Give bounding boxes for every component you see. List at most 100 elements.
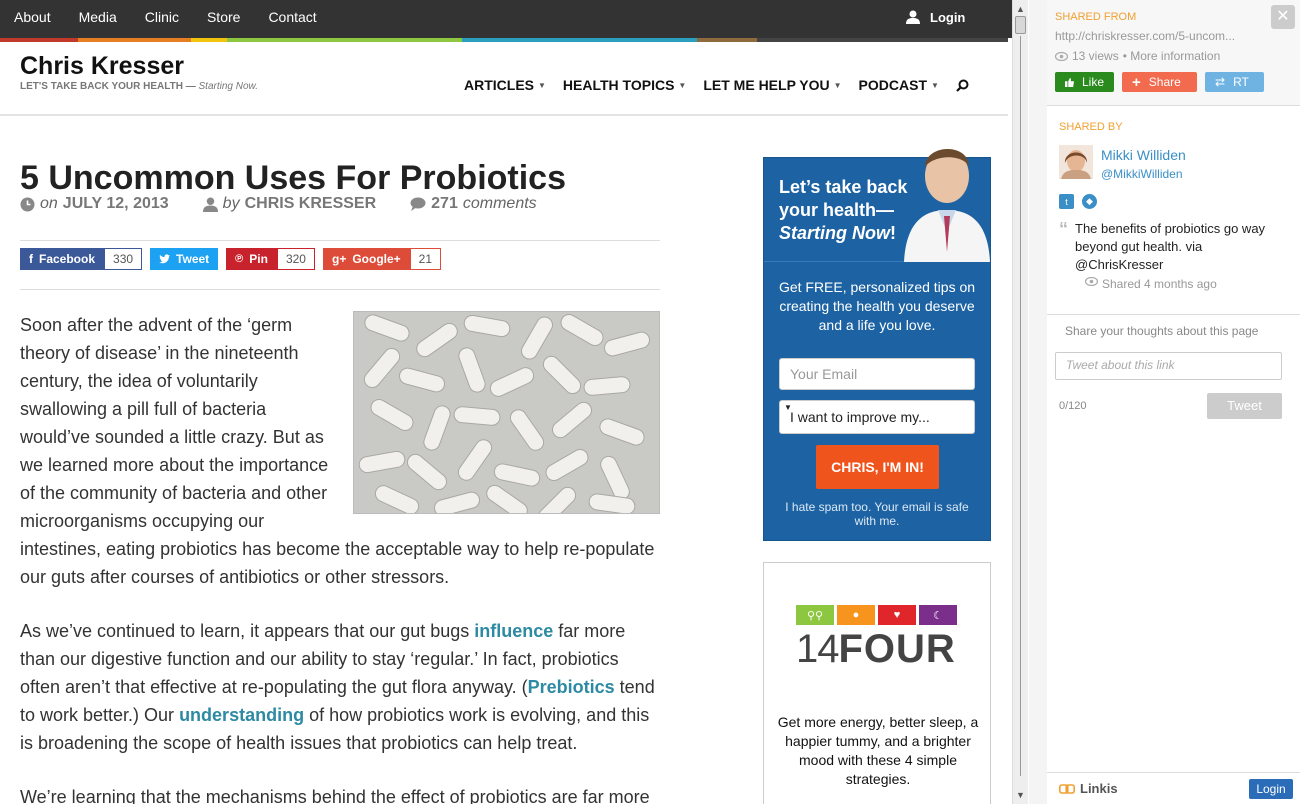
heart-icon: ♥ (878, 605, 916, 625)
login-link[interactable]: Login (906, 0, 965, 34)
top-bar: About Media Clinic Store Contact Login (0, 0, 1012, 38)
main-nav-articles[interactable]: ARTICLES ▼ (464, 77, 546, 93)
site-header: Chris Kresser LET'S TAKE BACK YOUR HEALT… (0, 42, 1008, 116)
tweet-text: Tweet (176, 252, 210, 266)
tweet-label: Tweet (150, 248, 219, 270)
top-nav-clinic[interactable]: Clinic (131, 0, 193, 38)
panel-gutter (1029, 0, 1047, 804)
plus-icon: + (1132, 73, 1141, 91)
influence-link[interactable]: influence (474, 621, 553, 641)
retweet-button[interactable]: ⇄ RT (1205, 72, 1264, 92)
optin-copy: Get FREE, personalized tips on creating … (778, 279, 976, 333)
ad-logo: 14FOUR (796, 627, 956, 672)
linkis-icon[interactable]: ◆ (1082, 194, 1097, 209)
facebook-share-count: 330 (104, 248, 143, 270)
share-thoughts-label: Share your thoughts about this page (1065, 324, 1259, 338)
share-button[interactable]: + Share (1122, 72, 1197, 92)
shared-from-label: SHARED FROM (1055, 11, 1137, 23)
linkis-logo[interactable]: Linkis (1059, 781, 1118, 796)
avatar[interactable] (1059, 145, 1093, 179)
retweet-label: RT (1233, 75, 1249, 89)
google-plus-count: 21 (409, 248, 442, 270)
main-nav-health-topics[interactable]: HEALTH TOPICS ▼ (563, 77, 686, 93)
chevron-down-icon: ▼ (931, 80, 939, 90)
views-count: 13 views (1072, 49, 1119, 63)
ad-logo-number: 14 (796, 627, 839, 671)
optin-heading-emphasis: Starting Now (779, 223, 890, 243)
date-prefix: on (40, 195, 58, 212)
main-nav: ARTICLES ▼ HEALTH TOPICS ▼ LET ME HELP YOU… (464, 77, 969, 93)
linkis-brand: Linkis (1080, 781, 1118, 796)
shared-url[interactable]: http://chriskresser.com/5-uncom... (1055, 29, 1255, 43)
improve-select[interactable]: ▼ I want to improve my... (779, 400, 975, 434)
main-nav-let-me-help-you[interactable]: LET ME HELP YOU ▼ (703, 77, 841, 93)
like-button[interactable]: Like (1055, 72, 1114, 92)
panel-footer: Linkis Login (1047, 772, 1300, 804)
pinterest-share-button[interactable]: ℗ Pin 320 (226, 248, 315, 270)
shared-time-row: Shared 4 months ago (1085, 277, 1217, 291)
scroll-thumb[interactable] (1015, 16, 1026, 34)
article-meta: on JULY 12, 2013 by CHRIS KRESSER 271 co… (20, 195, 660, 241)
scroll-up-icon[interactable]: ▲ (1013, 2, 1028, 16)
article: 5 Uncommon Uses For Probiotics on JULY 1… (20, 158, 660, 804)
google-plus-label: g+ Google+ (322, 248, 410, 270)
twitter-icon[interactable]: t (1059, 194, 1074, 209)
paragraph-2-text-a: As we’ve continued to learn, it appears … (20, 621, 475, 641)
comments-label: comments (462, 195, 537, 212)
google-plus-share-button[interactable]: g+ Google+ 21 (322, 248, 442, 270)
sharer-handle[interactable]: @MikkiWilliden (1101, 167, 1183, 181)
email-field[interactable]: Your Email (779, 358, 975, 390)
ad-logo-word: FOUR (838, 627, 956, 671)
optin-header: Let’s take back your health— Starting No… (764, 148, 990, 262)
fourteen-four-ad[interactable]: ⚲⚲ ● ♥ ☾ 14FOUR Get more energy, better … (763, 562, 991, 804)
article-comments[interactable]: 271 comments (410, 195, 537, 213)
tweet-button[interactable]: Tweet (150, 248, 219, 270)
paragraph-3: We’re learning that the mechanisms behin… (20, 787, 650, 804)
top-nav-store[interactable]: Store (193, 0, 254, 38)
panel-login-button[interactable]: Login (1249, 779, 1293, 799)
main-nav-label: LET ME HELP YOU (703, 77, 830, 93)
chevron-down-icon: ▼ (678, 80, 687, 90)
close-icon[interactable]: ✕ (1271, 5, 1295, 29)
capsules-illustration (354, 312, 659, 513)
author-name[interactable]: CHRIS KRESSER (245, 195, 377, 213)
page-scrollbar[interactable]: ▲ ▼ (1012, 0, 1028, 804)
more-information-link[interactable]: • More information (1123, 49, 1221, 63)
scroll-down-icon[interactable]: ▼ (1013, 788, 1028, 802)
eye-icon (1085, 277, 1098, 286)
prebiotics-link[interactable]: Prebiotics (528, 677, 615, 697)
tweet-textarea[interactable]: Tweet about this link (1055, 352, 1282, 380)
main-nav-label: ARTICLES (464, 77, 534, 93)
chevron-down-icon: ▼ (833, 80, 842, 90)
article-date: on JULY 12, 2013 (20, 195, 169, 213)
main-nav-podcast[interactable]: PODCAST ▼ (859, 77, 939, 93)
pin-text: Pin (249, 252, 268, 266)
search-icon[interactable] (956, 79, 969, 92)
facebook-share-button[interactable]: f Facebook 330 (20, 248, 143, 270)
top-nav-about[interactable]: About (0, 0, 65, 38)
share-label: Share (1148, 75, 1181, 89)
doctor-portrait-image (904, 148, 990, 262)
like-label: Like (1081, 75, 1104, 89)
moon-icon: ☾ (919, 605, 957, 625)
tweet-submit-button[interactable]: Tweet (1207, 393, 1282, 419)
facebook-icon: f (29, 252, 33, 266)
optin-submit-button[interactable]: CHRIS, I'M IN! (816, 445, 939, 489)
ad-icon-row: ⚲⚲ ● ♥ ☾ (796, 605, 957, 625)
site-title[interactable]: Chris Kresser (20, 52, 184, 81)
probiotic-capsules-image (353, 311, 660, 514)
pinterest-icon: ℗ (235, 253, 244, 265)
pin-label: ℗ Pin (226, 248, 277, 270)
twitter-icon (159, 254, 171, 264)
article-body: Soon after the advent of the ‘germ theor… (20, 311, 660, 804)
avatar-illustration (1059, 145, 1093, 179)
chevron-down-icon: ▼ (538, 80, 546, 90)
understanding-link[interactable]: understanding (179, 705, 304, 725)
paragraph-2: As we’ve continued to learn, it appears … (20, 617, 660, 757)
top-nav-media[interactable]: Media (65, 0, 131, 38)
shared-quote: The benefits of probiotics go way beyond… (1075, 221, 1266, 272)
sharer-name[interactable]: Mikki Williden (1101, 147, 1186, 163)
top-nav-contact[interactable]: Contact (254, 0, 330, 38)
bicycle-icon: ⚲⚲ (796, 605, 834, 625)
scroll-track (1020, 36, 1021, 776)
